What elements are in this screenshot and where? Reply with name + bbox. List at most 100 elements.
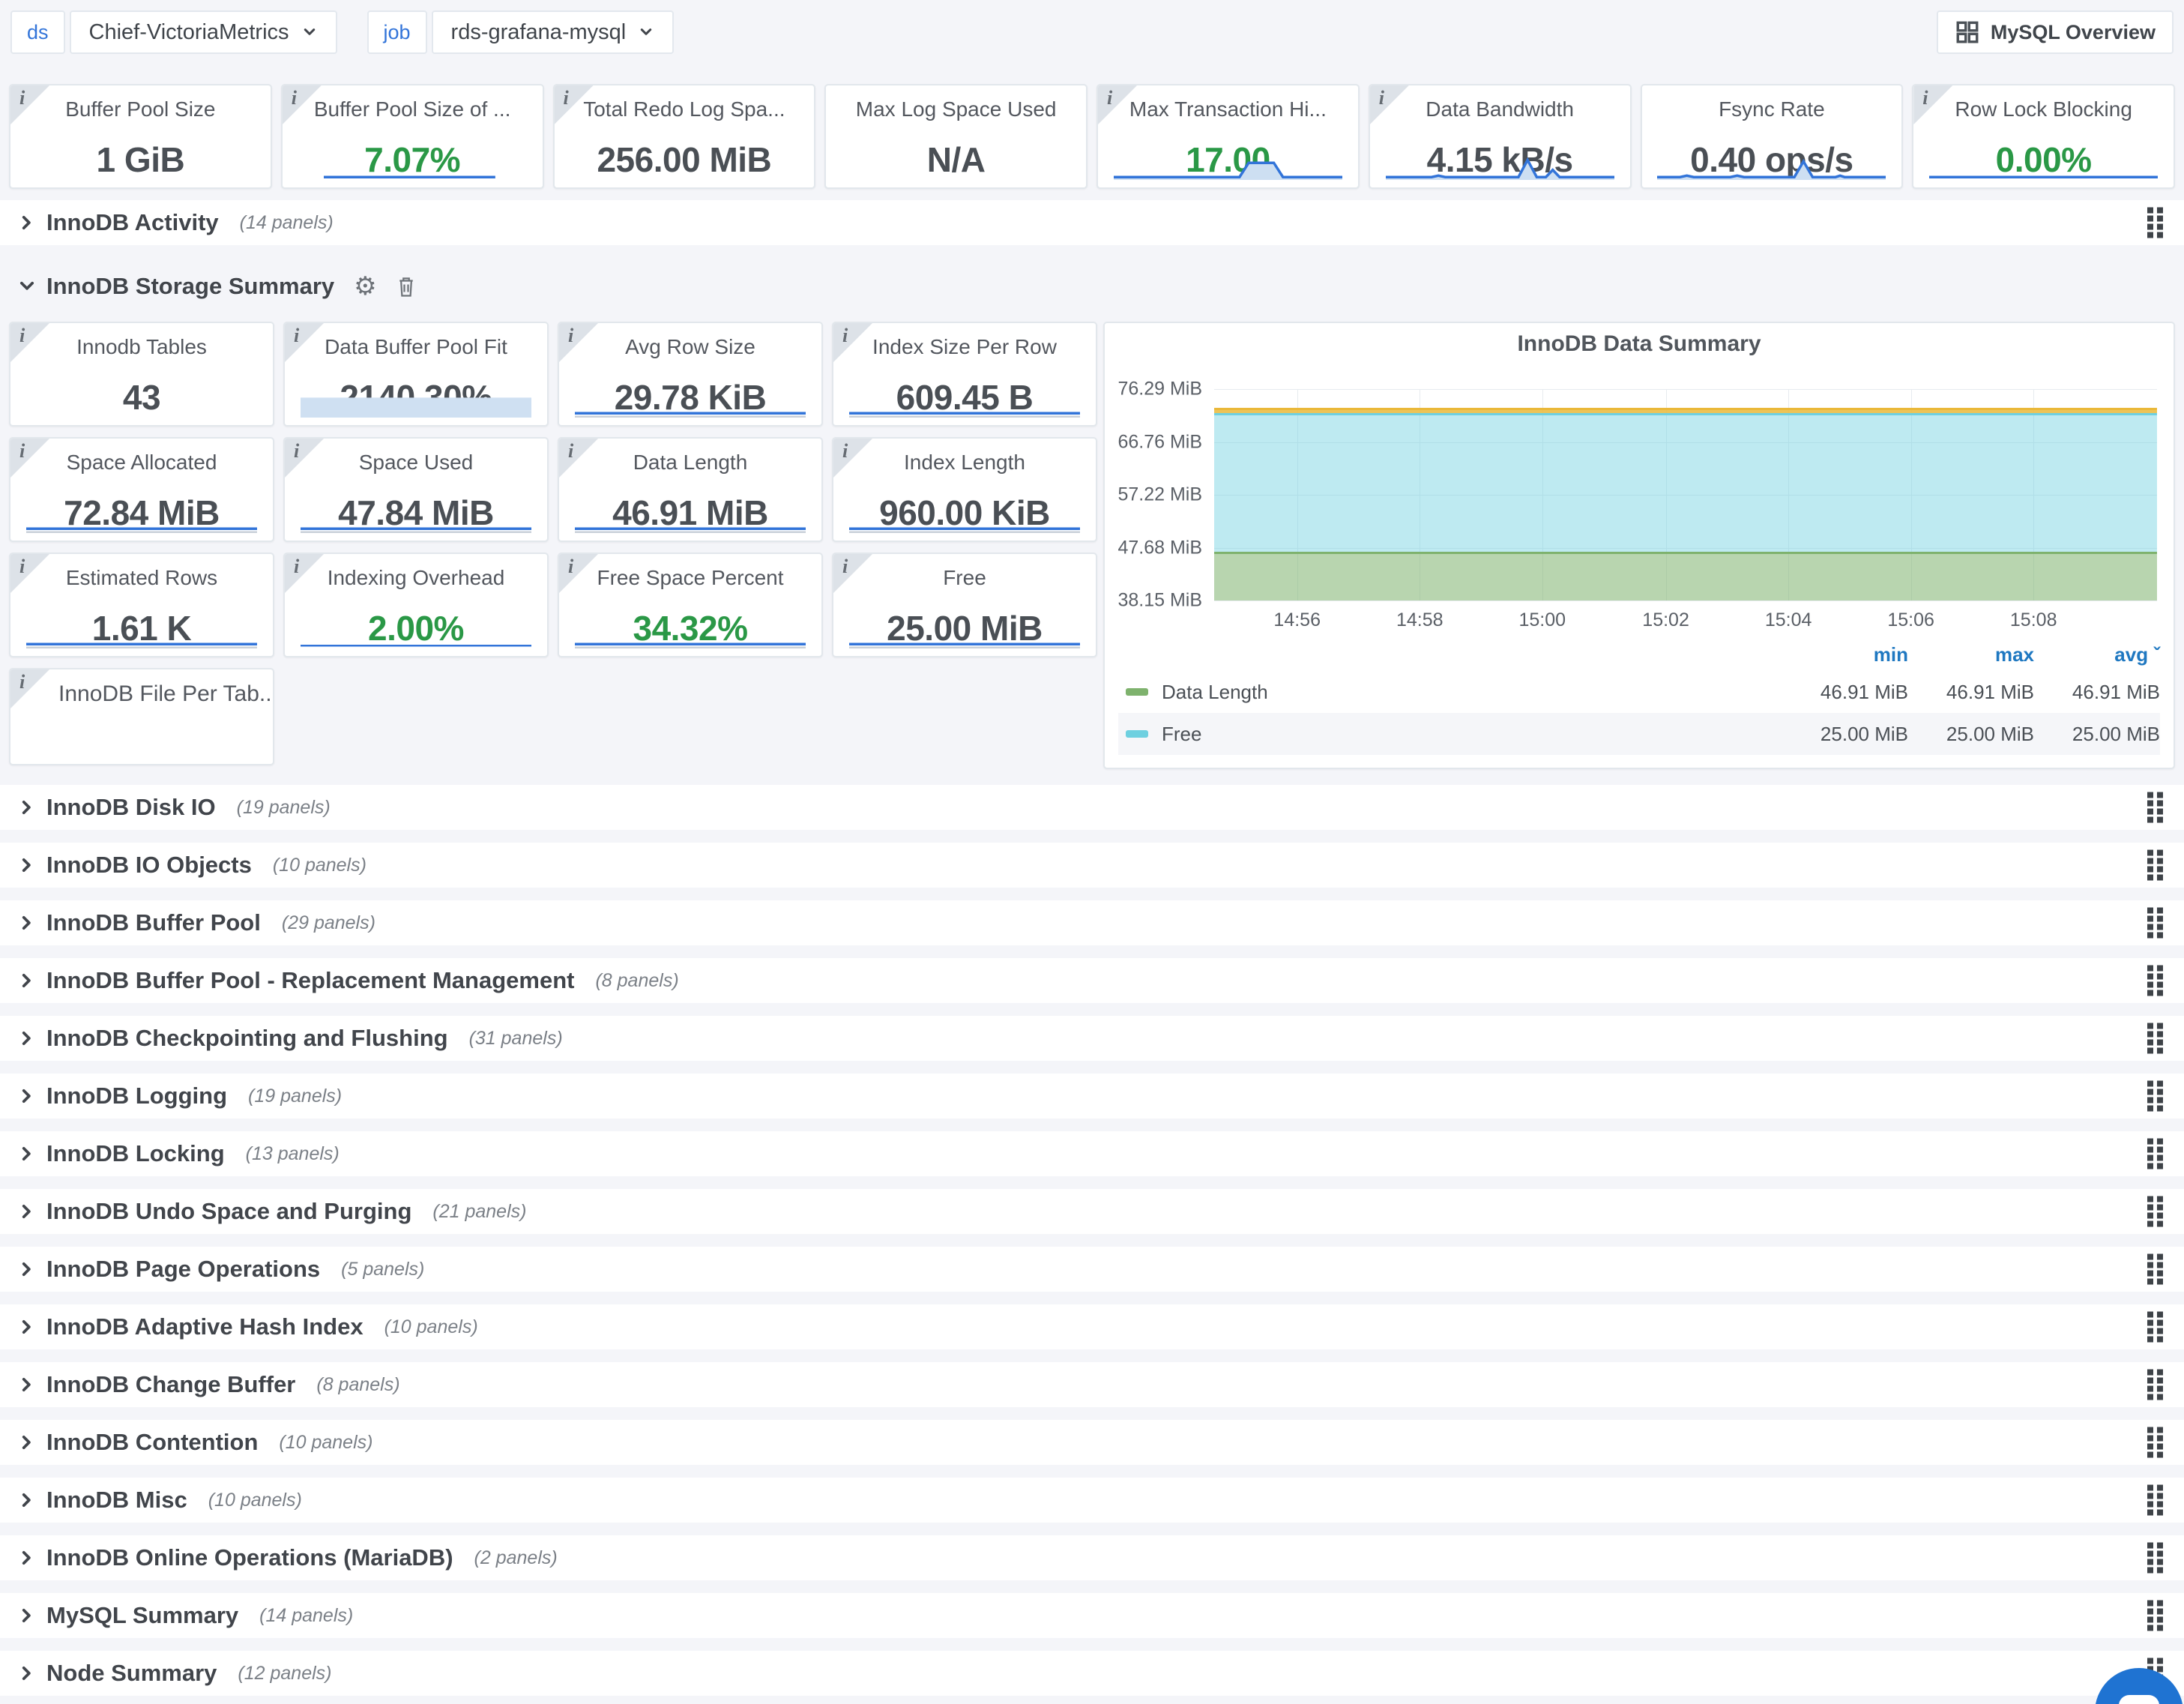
row-toggle-innodb-logging[interactable]: InnoDB Logging (19 panels) <box>0 1074 2184 1119</box>
dashboard-switch-button[interactable]: MySQL Overview <box>1937 10 2174 54</box>
panel-title[interactable]: Max Transaction Hi... <box>1098 97 1358 121</box>
row-toggle-innodb-adaptive-hash-index[interactable]: InnoDB Adaptive Hash Index (10 panels) <box>0 1304 2184 1349</box>
legend-sort-max[interactable]: max <box>1908 643 2034 666</box>
panel-title[interactable]: InnoDB Data Summary <box>1118 329 2160 359</box>
row-title: InnoDB Storage Summary <box>46 273 334 300</box>
drag-handle-icon[interactable] <box>2147 1196 2163 1227</box>
sparkline <box>849 620 1080 648</box>
sparkline <box>301 620 531 648</box>
panel-title[interactable]: Data Bandwidth <box>1370 97 1630 121</box>
row-toggle-innodb-io-objects[interactable]: InnoDB IO Objects (10 panels) <box>0 843 2184 888</box>
row-toggle-innodb-misc[interactable]: InnoDB Misc (10 panels) <box>0 1478 2184 1523</box>
panel-title[interactable]: Data Length <box>559 451 821 475</box>
drag-handle-icon[interactable] <box>2147 792 2163 823</box>
panel-title[interactable]: InnoDB File Per Tab... <box>10 681 273 707</box>
drag-handle-icon[interactable] <box>2147 1312 2163 1343</box>
drag-handle-icon[interactable] <box>2147 1370 2163 1400</box>
sparkline <box>324 151 495 180</box>
dashboard-page: ds Chief-VictoriaMetrics job rds-grafana… <box>0 0 2184 1704</box>
drag-handle-icon[interactable] <box>2147 1254 2163 1285</box>
sparkline <box>1929 151 2158 180</box>
series-name: Free <box>1162 723 1201 746</box>
row-toggle-innodb-locking[interactable]: InnoDB Locking (13 panels) <box>0 1131 2184 1176</box>
panel-title[interactable]: Max Log Space Used <box>826 97 1086 121</box>
drag-handle-icon[interactable] <box>2147 1427 2163 1458</box>
row-toggle-innodb-contention[interactable]: InnoDB Contention (10 panels) <box>0 1420 2184 1465</box>
row-toggle-innodb-checkpointing-flushing[interactable]: InnoDB Checkpointing and Flushing (31 pa… <box>0 1016 2184 1061</box>
panel-title[interactable]: Row Lock Blocking <box>1913 97 2174 121</box>
drag-handle-icon[interactable] <box>2147 1485 2163 1516</box>
drag-handle-icon[interactable] <box>2147 1139 2163 1169</box>
row-toggle-innodb-page-operations[interactable]: InnoDB Page Operations (5 panels) <box>0 1247 2184 1292</box>
datasource-select[interactable]: Chief-VictoriaMetrics <box>70 10 337 54</box>
datasource-variable-label: ds <box>10 10 65 54</box>
panel-title[interactable]: Free Space Percent <box>559 566 821 590</box>
x-axis-tick: 14:58 <box>1396 609 1444 631</box>
row-toggle-mysql-summary[interactable]: MySQL Summary (14 panels) <box>0 1593 2184 1638</box>
panel-title[interactable]: Innodb Tables <box>10 335 273 359</box>
x-axis-tick: 14:56 <box>1273 609 1321 631</box>
chevron-right-icon <box>19 1204 34 1219</box>
panel-title[interactable]: Index Length <box>833 451 1096 475</box>
drag-handle-icon[interactable] <box>2147 1023 2163 1054</box>
panel-title[interactable]: Indexing Overhead <box>285 566 547 590</box>
panel-title[interactable]: Index Size Per Row <box>833 335 1096 359</box>
job-variable-label: job <box>367 10 427 54</box>
job-select[interactable]: rds-grafana-mysql <box>432 10 675 54</box>
sparkline <box>301 505 531 533</box>
chart-plot-area[interactable]: 76.29 MiB 66.76 MiB 57.22 MiB 47.68 MiB … <box>1214 389 2157 600</box>
stat-panel-data-buffer-pool-fit: i Data Buffer Pool Fit 2140.30% <box>283 322 549 427</box>
row-title: InnoDB Buffer Pool - Replacement Managem… <box>46 967 574 994</box>
series-color-swatch <box>1126 688 1148 696</box>
row-toggle-innodb-undo-space-purging[interactable]: InnoDB Undo Space and Purging (21 panels… <box>0 1189 2184 1234</box>
drag-handle-icon[interactable] <box>2147 966 2163 996</box>
drag-handle-icon[interactable] <box>2147 850 2163 881</box>
drag-handle-icon[interactable] <box>2147 1081 2163 1112</box>
panel-title[interactable]: Avg Row Size <box>559 335 821 359</box>
row-panel-count: (31 panels) <box>469 1028 563 1050</box>
drag-handle-icon[interactable] <box>2147 908 2163 939</box>
legend-sort-min[interactable]: min <box>1782 643 1908 666</box>
row-toggle-innodb-activity[interactable]: InnoDB Activity (14 panels) <box>0 200 2184 245</box>
panel-title[interactable]: Space Allocated <box>10 451 273 475</box>
row-toggle-innodb-change-buffer[interactable]: InnoDB Change Buffer (8 panels) <box>0 1362 2184 1407</box>
stat-panel-fsync-rate: Fsync Rate 0.40 ops/s <box>1641 84 1904 189</box>
row-panel-count: (14 panels) <box>240 212 334 234</box>
legend-avg-value: 960.00 KiB <box>2034 765 2160 770</box>
legend-series-toggle[interactable]: Data Length <box>1126 681 1782 704</box>
row-toggle-innodb-buffer-pool-replacement[interactable]: InnoDB Buffer Pool - Replacement Managem… <box>0 958 2184 1003</box>
panel-title[interactable]: Free <box>833 566 1096 590</box>
drag-handle-icon[interactable] <box>2147 1543 2163 1574</box>
row-toggle-innodb-storage-summary[interactable]: InnoDB Storage Summary ⚙ <box>0 264 2184 309</box>
row-toggle-node-summary[interactable]: Node Summary (12 panels) <box>0 1651 2184 1696</box>
row-title: InnoDB Activity <box>46 209 219 236</box>
legend-series-toggle[interactable]: Index Length <box>1126 765 1782 770</box>
stat-panel-max-transaction-history: i Max Transaction Hi... 17.00 <box>1096 84 1360 189</box>
drag-handle-icon[interactable] <box>2147 1601 2163 1631</box>
row-delete-trash-icon[interactable] <box>396 275 416 298</box>
row-panel-count: (8 panels) <box>595 970 678 992</box>
legend-sort-avg[interactable]: avg ˇ <box>2034 643 2160 666</box>
row-toggle-innodb-buffer-pool[interactable]: InnoDB Buffer Pool (29 panels) <box>0 900 2184 945</box>
panel-title[interactable]: Estimated Rows <box>10 566 273 590</box>
chevron-right-icon <box>19 800 34 815</box>
stat-panel-free-space-percent: i Free Space Percent 34.32% <box>558 553 823 657</box>
y-axis-tick: 66.76 MiB <box>1117 431 1202 453</box>
stat-panel-buffer-pool-size-of: i Buffer Pool Size of ... 7.07% <box>281 84 544 189</box>
stat-value: 1 GiB <box>10 139 271 180</box>
panel-title[interactable]: Total Redo Log Spa... <box>555 97 815 121</box>
top-stats-row: i Buffer Pool Size 1 GiB i Buffer Pool S… <box>0 84 2184 189</box>
drag-handle-icon[interactable] <box>2147 208 2163 238</box>
panel-title[interactable]: Buffer Pool Size of ... <box>283 97 543 121</box>
panel-title[interactable]: Buffer Pool Size <box>10 97 271 121</box>
variable-job: job rds-grafana-mysql <box>367 10 675 54</box>
row-title: InnoDB Page Operations <box>46 1256 320 1283</box>
row-title: InnoDB Contention <box>46 1429 258 1456</box>
row-toggle-innodb-online-operations-mariadb[interactable]: InnoDB Online Operations (MariaDB) (2 pa… <box>0 1535 2184 1580</box>
legend-series-toggle[interactable]: Free <box>1126 723 1782 746</box>
panel-title[interactable]: Fsync Rate <box>1642 97 1902 121</box>
row-toggle-innodb-disk-io[interactable]: InnoDB Disk IO (19 panels) <box>0 785 2184 830</box>
sparkline <box>575 389 806 418</box>
panel-title[interactable]: Space Used <box>285 451 547 475</box>
panel-title[interactable]: Data Buffer Pool Fit <box>285 335 547 359</box>
